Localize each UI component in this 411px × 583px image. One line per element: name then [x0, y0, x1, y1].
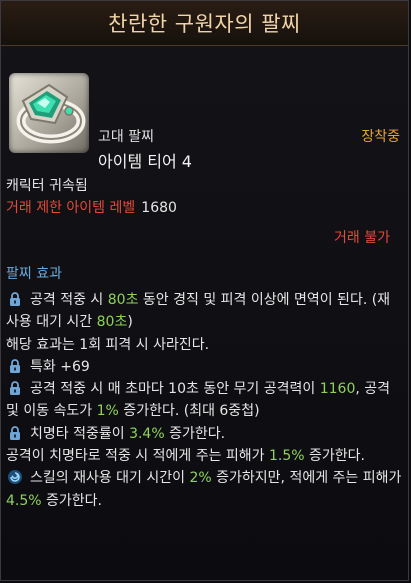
no-trade-status: 거래 불가 — [334, 230, 390, 246]
lock-icon — [6, 291, 24, 307]
equipped-status: 장착중 — [361, 129, 400, 145]
title-bar: 찬란한 구원자의 팔찌 — [1, 1, 408, 46]
trade-level-row: 거래 제한 아이템 레벨 1680 — [6, 197, 177, 217]
lock-icon — [6, 380, 24, 396]
effect-item: 공격 적중 시 매 초마다 10초 동안 무기 공격력이 1160, 공격 및 … — [6, 380, 391, 420]
lock-icon — [6, 358, 24, 374]
section-title: 팔찌 효과 — [6, 266, 62, 282]
trade-level-label: 거래 제한 아이템 레벨 — [6, 200, 136, 216]
item-name: 찬란한 구원자의 팔찌 — [108, 12, 301, 36]
effect-item: 특화 +69 — [6, 356, 402, 378]
item-tooltip: 찬란한 구원자의 팔찌 고대 팔찌 아이템 티어 4 장착중 캐릭터 귀속됨 거… — [0, 0, 409, 581]
effect-item: 공격 적중 시 80초 동안 경직 및 피격 이상에 면역이 된다. (재사용 … — [6, 291, 391, 331]
effect-note: 해당 효과는 1회 피격 시 사라진다. — [6, 336, 210, 353]
effect-item: 스킬의 재사용 대기 시간이 2% 증가하지만, 적에게 주는 피해가 4.5%… — [6, 469, 402, 509]
item-header: 고대 팔찌 아이템 티어 4 장착중 — [1, 46, 408, 171]
effect-item: 치명타 적중률이 3.4% 증가한다. — [6, 423, 402, 445]
effects-list: 공격 적중 시 80초 동안 경직 및 피격 이상에 면역이 된다. (재사용 … — [6, 289, 402, 512]
jeweled-bracelet-icon — [9, 73, 89, 153]
swirl-icon — [6, 469, 24, 485]
item-grade: 고대 팔찌 — [98, 129, 154, 145]
item-tier: 아이템 티어 4 — [98, 152, 192, 171]
trade-level-value: 1680 — [141, 200, 177, 216]
lock-icon — [6, 425, 24, 441]
bound-status: 캐릭터 귀속됨 — [6, 178, 88, 194]
effect-note: 공격이 치명타로 적중 시 적에게 주는 피해가 1.5% 증가한다. — [6, 448, 365, 465]
